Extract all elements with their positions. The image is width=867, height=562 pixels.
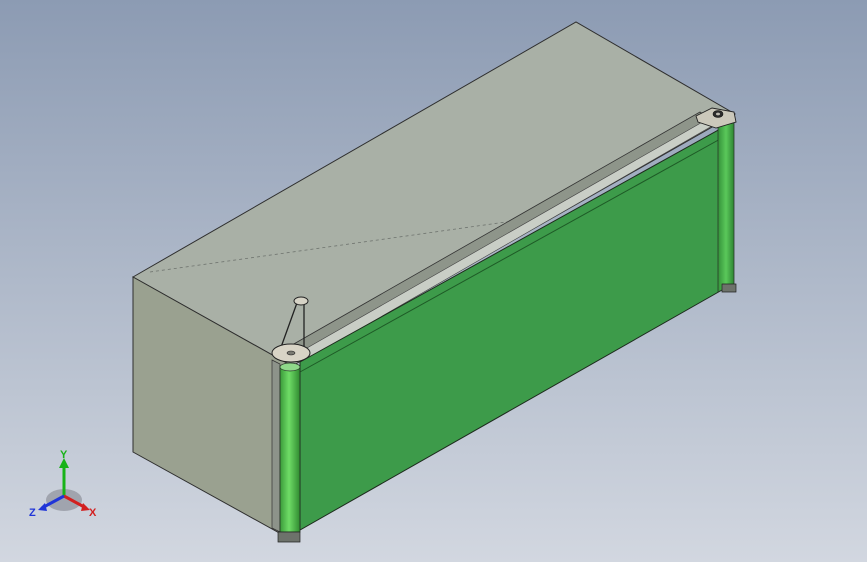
right-roller [717, 117, 735, 293]
model-view[interactable] [0, 0, 867, 562]
z-axis-arrow-icon [38, 503, 47, 511]
orientation-triad[interactable]: Y X Z [26, 448, 106, 524]
left-foot [277, 531, 301, 543]
y-axis-label: Y [60, 449, 68, 461]
z-axis-label: Z [29, 507, 36, 519]
large-pulley-hub [286, 350, 296, 356]
left-frame-strip [271, 359, 281, 533]
right-bracket-hole-inner [716, 112, 720, 116]
small-pulley [293, 296, 309, 306]
left-roller [279, 365, 301, 533]
x-axis-label: X [89, 507, 97, 519]
left-roller-top [279, 362, 301, 372]
right-foot [721, 283, 737, 293]
3d-viewport[interactable]: Y X Z [0, 0, 867, 562]
